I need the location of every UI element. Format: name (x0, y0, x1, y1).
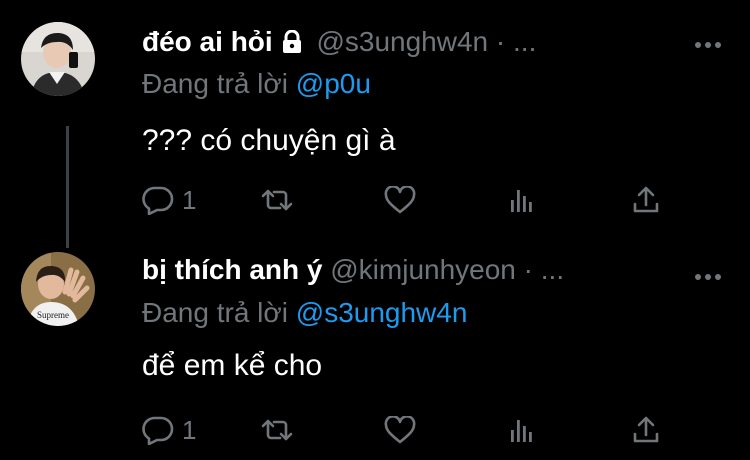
share-icon (632, 415, 660, 445)
heart-icon (384, 416, 416, 444)
replying-to-label: Đang trả lời (142, 297, 288, 328)
display-name[interactable]: bị thích anh ý (142, 254, 322, 285)
separator-dot: · (523, 254, 533, 285)
separator-dot: · (495, 26, 506, 57)
replying-to-label: Đang trả lời (142, 68, 288, 99)
timestamp[interactable]: ... (541, 254, 564, 285)
reply-button[interactable]: 1 (142, 182, 196, 218)
more-horizontal-icon[interactable] (694, 37, 722, 48)
tweet-header: đéo ai hỏi @s3unghw4n · ... (142, 24, 692, 60)
views-button[interactable] (508, 182, 536, 218)
lock-icon (281, 27, 303, 60)
user-handle[interactable]: @s3unghw4n (316, 26, 488, 57)
reply-icon (142, 415, 174, 445)
retweet-button[interactable] (260, 412, 294, 448)
tweet-actions: 1 (142, 182, 682, 218)
display-name[interactable]: đéo ai hỏi (142, 26, 273, 57)
share-button[interactable] (632, 182, 660, 218)
reply-icon (142, 185, 174, 215)
share-button[interactable] (632, 412, 660, 448)
replying-to-mention[interactable]: @p0u (296, 68, 371, 99)
timestamp[interactable]: ... (513, 26, 536, 57)
reply-count: 1 (182, 185, 197, 215)
avatar[interactable]: Supreme (21, 252, 95, 326)
like-button[interactable] (384, 182, 416, 218)
views-button[interactable] (508, 412, 536, 448)
user-handle[interactable]: @kimjunhyeon (330, 254, 516, 285)
retweet-icon (260, 417, 294, 443)
retweet-button[interactable] (260, 182, 294, 218)
replying-to-mention[interactable]: @s3unghw4n (296, 297, 468, 328)
tweet[interactable]: Supreme bị thích anh ý @kimjunhyeon · ..… (0, 240, 750, 460)
retweet-icon (260, 187, 294, 213)
analytics-icon (508, 416, 536, 444)
tweet-actions: 1 (142, 412, 682, 448)
heart-icon (384, 186, 416, 214)
tweet-text: ??? có chuyện gì à (142, 124, 396, 157)
like-button[interactable] (384, 412, 416, 448)
share-icon (632, 185, 660, 215)
replying-to-line: Đang trả lời @s3unghw4n (142, 295, 467, 331)
replying-to-line: Đang trả lời @p0u (142, 66, 371, 102)
more-horizontal-icon[interactable] (694, 269, 722, 280)
tweet[interactable]: đéo ai hỏi @s3unghw4n · ... Đang trả lời… (0, 0, 750, 240)
tweet-text: để em kể cho (142, 349, 323, 382)
analytics-icon (508, 186, 536, 214)
reply-button[interactable]: 1 (142, 412, 196, 448)
avatar[interactable] (21, 22, 95, 96)
tweet-header: bị thích anh ý @kimjunhyeon · ... (142, 252, 692, 288)
reply-count: 1 (182, 415, 197, 445)
svg-text:Supreme: Supreme (37, 310, 69, 320)
